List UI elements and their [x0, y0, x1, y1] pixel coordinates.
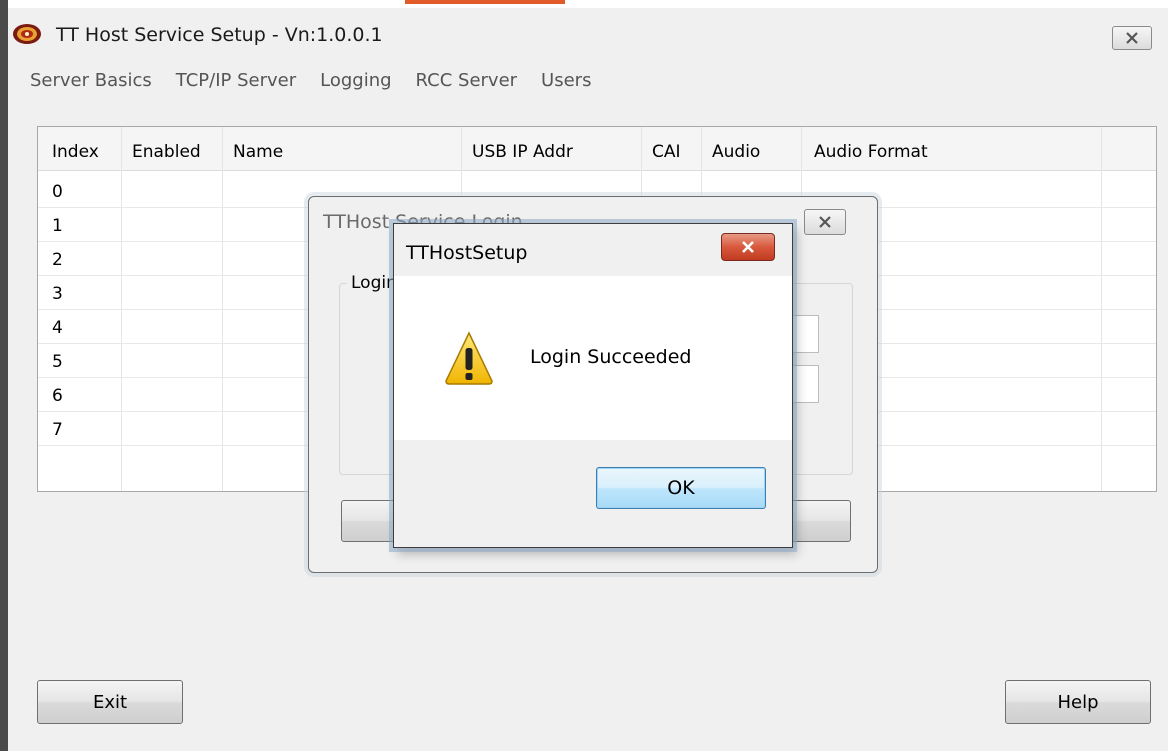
table-row-index[interactable]: 4 [52, 318, 63, 338]
table-row-index[interactable]: 6 [52, 386, 63, 406]
exit-button[interactable]: Exit [37, 680, 183, 724]
help-button[interactable]: Help [1005, 680, 1151, 724]
menu-bar: Server Basics TCP/IP Server Logging RCC … [8, 66, 1168, 96]
ok-button[interactable]: OK [596, 467, 766, 509]
message-text: Login Succeeded [530, 346, 692, 368]
app-logo-icon [13, 24, 41, 44]
header-usb-ip-addr[interactable]: USB IP Addr [472, 142, 573, 162]
taskbar-accent [405, 0, 565, 4]
menu-server-basics[interactable]: Server Basics [30, 66, 152, 96]
window-left-edge [0, 0, 8, 751]
window-title: TT Host Service Setup - Vn:1.0.0.1 [56, 24, 383, 46]
header-audio[interactable]: Audio [712, 142, 760, 162]
menu-tcpip-server[interactable]: TCP/IP Server [176, 66, 296, 96]
login-close-button[interactable] [804, 209, 846, 235]
menu-users[interactable]: Users [541, 66, 591, 96]
table-row-index[interactable]: 0 [52, 182, 63, 202]
table-row-index[interactable]: 3 [52, 284, 63, 304]
message-box-title: TTHostSetup [406, 242, 528, 264]
header-audio-format[interactable]: Audio Format [814, 142, 928, 162]
header-enabled[interactable]: Enabled [132, 142, 201, 162]
warning-icon [445, 331, 493, 385]
table-row-index[interactable]: 7 [52, 420, 63, 440]
header-index[interactable]: Index [52, 142, 99, 162]
close-icon [742, 241, 754, 253]
menu-logging[interactable]: Logging [320, 66, 391, 96]
title-bar: TT Host Service Setup - Vn:1.0.0.1 [8, 14, 1168, 66]
table-row-index[interactable]: 2 [52, 250, 63, 270]
message-box: TTHostSetup Login Succeeded OK [393, 223, 793, 548]
window-close-button[interactable] [1112, 26, 1152, 50]
header-name[interactable]: Name [233, 142, 283, 162]
table-row-index[interactable]: 1 [52, 216, 63, 236]
window-top-frame [0, 0, 1168, 8]
header-cai[interactable]: CAI [652, 142, 681, 162]
close-icon [819, 216, 831, 228]
close-icon [1126, 32, 1138, 44]
table-row-index[interactable]: 5 [52, 352, 63, 372]
menu-rcc-server[interactable]: RCC Server [416, 66, 518, 96]
message-box-close-button[interactable] [721, 233, 775, 261]
